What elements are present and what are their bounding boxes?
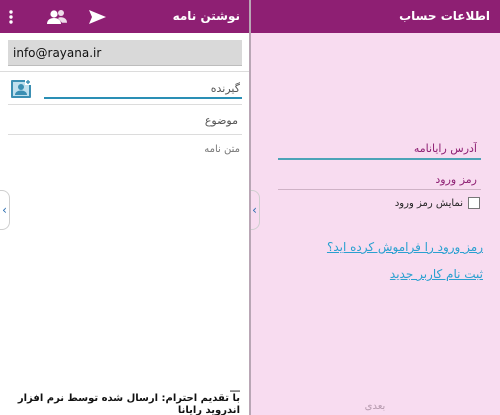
email-input[interactable] xyxy=(278,138,481,160)
compose-title: نوشتن نامه xyxy=(172,9,240,23)
register-link[interactable]: ثبت نام کاربر جدید xyxy=(390,267,483,281)
from-field[interactable]: info@rayana.ir xyxy=(8,40,242,66)
overflow-menu-icon[interactable] xyxy=(6,6,16,28)
signature-line: با تقدیم احترام: ارسال شده توسط نرم افزا… xyxy=(17,393,240,404)
divider xyxy=(0,71,250,72)
drawer-handle-left[interactable]: ‹ xyxy=(0,190,10,230)
password-input[interactable] xyxy=(278,170,481,190)
recipient-input[interactable] xyxy=(44,79,242,99)
show-password-row[interactable]: نمایش رمز ورود xyxy=(395,197,480,209)
signature-line: __ xyxy=(230,381,240,392)
chevron-left-icon: ‹ xyxy=(2,203,7,217)
divider xyxy=(8,134,242,135)
chevron-left-icon: ‹ xyxy=(252,203,257,217)
screen-divider xyxy=(249,0,251,415)
forgot-password-link[interactable]: رمز ورود را فراموش کرده اید؟ xyxy=(327,240,483,254)
subject-input[interactable] xyxy=(8,111,242,129)
drawer-handle-right[interactable]: ‹ xyxy=(250,190,260,230)
compose-appbar: نوشتن نامه xyxy=(0,0,250,33)
contacts-icon[interactable] xyxy=(46,6,68,28)
show-password-label: نمایش رمز ورود xyxy=(394,197,463,209)
contact-card-icon[interactable] xyxy=(10,78,32,100)
signature-block: __ با تقدیم احترام: ارسال شده توسط نرم ا… xyxy=(6,381,240,415)
compose-panel: نوشتن نامه info@rayana.ir ‹ __ با تقدیم … xyxy=(0,0,250,415)
next-button[interactable]: بعدی xyxy=(250,397,500,415)
message-body-input[interactable] xyxy=(6,142,244,374)
signature-line: اندروید رایانا xyxy=(177,405,240,415)
login-title: اطلاعات حساب xyxy=(399,9,490,23)
show-password-checkbox[interactable] xyxy=(468,197,480,209)
login-appbar: اطلاعات حساب xyxy=(250,0,500,33)
divider xyxy=(8,104,242,105)
send-icon[interactable] xyxy=(86,6,108,28)
